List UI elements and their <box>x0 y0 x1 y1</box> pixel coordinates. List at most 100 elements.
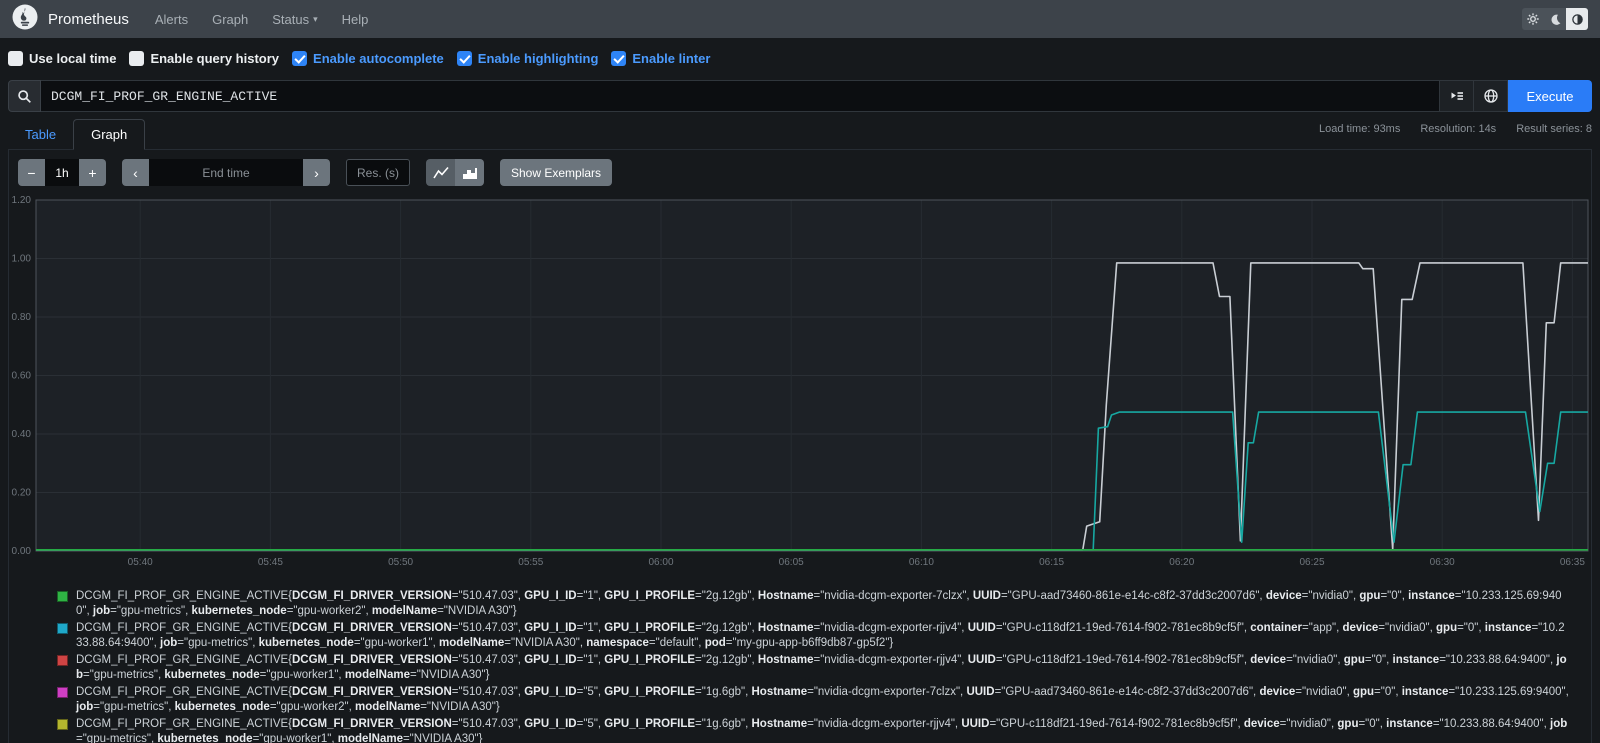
tabs-row: Table Graph Load time: 93ms Resolution: … <box>8 116 1592 150</box>
x-tick-label: 06:15 <box>1039 557 1064 568</box>
tree-view-button[interactable] <box>1440 80 1474 112</box>
y-tick-label: 0.40 <box>12 429 32 440</box>
checkbox-checked-icon[interactable] <box>611 51 626 66</box>
settings-button[interactable] <box>1522 8 1544 30</box>
y-tick-label: 0.60 <box>12 371 32 382</box>
stacked-chart-icon <box>462 166 478 180</box>
y-tick-label: 0.20 <box>12 488 32 499</box>
option-label: Enable highlighting <box>478 51 599 66</box>
y-tick-label: 1.20 <box>12 195 32 206</box>
query-stats: Load time: 93ms Resolution: 14s Result s… <box>1319 123 1592 135</box>
resolution: Resolution: 14s <box>1420 123 1496 135</box>
x-tick-label: 06:10 <box>909 557 934 568</box>
checkbox-checked-icon[interactable] <box>292 51 307 66</box>
execute-button[interactable]: Execute <box>1508 80 1592 112</box>
y-tick-label: 1.00 <box>12 254 32 265</box>
legend-swatch-icon <box>57 719 68 730</box>
moon-icon <box>1549 13 1562 26</box>
x-tick-label: 06:20 <box>1169 557 1194 568</box>
option-enable-autocomplete[interactable]: Enable autocomplete <box>292 51 444 66</box>
tab-table[interactable]: Table <box>8 120 73 149</box>
legend-swatch-icon <box>57 655 68 666</box>
endtime-group: ‹ › <box>122 159 330 186</box>
theme-toggle-group <box>1522 8 1588 30</box>
option-enable-query-history[interactable]: Enable query history <box>129 51 279 66</box>
chart-type-group <box>426 159 484 186</box>
contrast-icon <box>1571 13 1584 26</box>
nav-item-graph[interactable]: Graph <box>212 12 248 27</box>
resolution-input[interactable] <box>346 159 410 186</box>
search-icon <box>17 89 32 104</box>
checkbox-checked-icon[interactable] <box>457 51 472 66</box>
option-enable-highlighting[interactable]: Enable highlighting <box>457 51 599 66</box>
x-tick-label: 06:30 <box>1430 557 1455 568</box>
brand[interactable]: Prometheus <box>12 4 129 35</box>
result-series: Result series: 8 <box>1516 123 1592 135</box>
legend-swatch-icon <box>57 687 68 698</box>
option-label: Enable autocomplete <box>313 51 444 66</box>
dark-theme-button[interactable] <box>1544 8 1566 30</box>
metrics-explorer-button[interactable] <box>1474 80 1508 112</box>
query-input[interactable] <box>41 80 1440 112</box>
nav-links: Alerts Graph Status▾ Help <box>155 12 369 27</box>
x-tick-label: 06:35 <box>1560 557 1585 568</box>
range-input[interactable] <box>45 159 79 186</box>
x-tick-label: 05:40 <box>128 557 153 568</box>
chevron-down-icon: ▾ <box>313 14 318 25</box>
range-decrease-button[interactable]: − <box>18 159 45 186</box>
chart-legend: DCGM_FI_PROF_GR_ENGINE_ACTIVE{DCGM_FI_DR… <box>9 575 1591 743</box>
app-title: Prometheus <box>48 11 129 28</box>
checkbox-icon[interactable] <box>129 51 144 66</box>
nav-item-alerts[interactable]: Alerts <box>155 12 188 27</box>
option-label: Enable linter <box>632 51 710 66</box>
load-time: Load time: 93ms <box>1319 123 1400 135</box>
x-tick-label: 06:25 <box>1299 557 1324 568</box>
query-options-row: Use local time Enable query history Enable… <box>0 38 1600 78</box>
x-tick-label: 05:55 <box>518 557 543 568</box>
line-chart-toggle-button[interactable] <box>426 159 455 186</box>
range-group: − + <box>18 159 106 186</box>
legend-series-label: DCGM_FI_PROF_GR_ENGINE_ACTIVE{DCGM_FI_DR… <box>76 717 1569 743</box>
legend-item[interactable]: DCGM_FI_PROF_GR_ENGINE_ACTIVE{DCGM_FI_DR… <box>57 653 1569 683</box>
time-forward-button[interactable]: › <box>303 159 330 186</box>
y-tick-label: 0.80 <box>12 312 32 323</box>
show-exemplars-button[interactable]: Show Exemplars <box>500 159 612 186</box>
legend-item[interactable]: DCGM_FI_PROF_GR_ENGINE_ACTIVE{DCGM_FI_DR… <box>57 589 1569 619</box>
legend-series-label: DCGM_FI_PROF_GR_ENGINE_ACTIVE{DCGM_FI_DR… <box>76 653 1569 683</box>
time-series-chart[interactable]: 0.00 0.20 0.40 0.60 0.80 1.00 1.20 05:40 05:45 05… <box>9 192 1591 575</box>
graph-controls: − + ‹ › Show Exemplars <box>9 150 1591 186</box>
query-bar: Execute <box>8 80 1592 112</box>
legend-item[interactable]: DCGM_FI_PROF_GR_ENGINE_ACTIVE{DCGM_FI_DR… <box>57 685 1569 715</box>
end-time-input[interactable] <box>149 159 303 186</box>
range-increase-button[interactable]: + <box>79 159 106 186</box>
time-back-button[interactable]: ‹ <box>122 159 149 186</box>
x-tick-label: 05:50 <box>388 557 413 568</box>
option-use-local-time[interactable]: Use local time <box>8 51 116 66</box>
option-label: Enable query history <box>150 51 279 66</box>
checkbox-icon[interactable] <box>8 51 23 66</box>
legend-swatch-icon <box>57 623 68 634</box>
legend-series-label: DCGM_FI_PROF_GR_ENGINE_ACTIVE{DCGM_FI_DR… <box>76 685 1569 715</box>
gear-icon <box>1526 12 1540 26</box>
legend-swatch-icon <box>57 591 68 602</box>
chart-svg[interactable]: 0.00 0.20 0.40 0.60 0.80 1.00 1.20 05:40 05:45 05… <box>9 192 1591 570</box>
legend-item[interactable]: DCGM_FI_PROF_GR_ENGINE_ACTIVE{DCGM_FI_DR… <box>57 717 1569 743</box>
search-addon <box>8 80 41 112</box>
navbar: Prometheus Alerts Graph Status▾ Help <box>0 0 1600 38</box>
stacked-chart-toggle-button[interactable] <box>455 159 484 186</box>
legend-series-label: DCGM_FI_PROF_GR_ENGINE_ACTIVE{DCGM_FI_DR… <box>76 589 1569 619</box>
legend-item[interactable]: DCGM_FI_PROF_GR_ENGINE_ACTIVE{DCGM_FI_DR… <box>57 621 1569 651</box>
tab-graph[interactable]: Graph <box>73 119 145 150</box>
x-tick-label: 06:00 <box>648 557 673 568</box>
option-enable-linter[interactable]: Enable linter <box>611 51 710 66</box>
nav-item-status[interactable]: Status▾ <box>272 12 317 27</box>
globe-icon <box>1483 88 1499 104</box>
auto-theme-button[interactable] <box>1566 8 1588 30</box>
option-label: Use local time <box>29 51 116 66</box>
y-tick-label: 0.00 <box>12 546 32 557</box>
x-tick-label: 05:45 <box>258 557 283 568</box>
tree-view-icon <box>1449 88 1465 104</box>
x-tick-label: 06:05 <box>779 557 804 568</box>
nav-item-help[interactable]: Help <box>342 12 369 27</box>
legend-series-label: DCGM_FI_PROF_GR_ENGINE_ACTIVE{DCGM_FI_DR… <box>76 621 1569 651</box>
